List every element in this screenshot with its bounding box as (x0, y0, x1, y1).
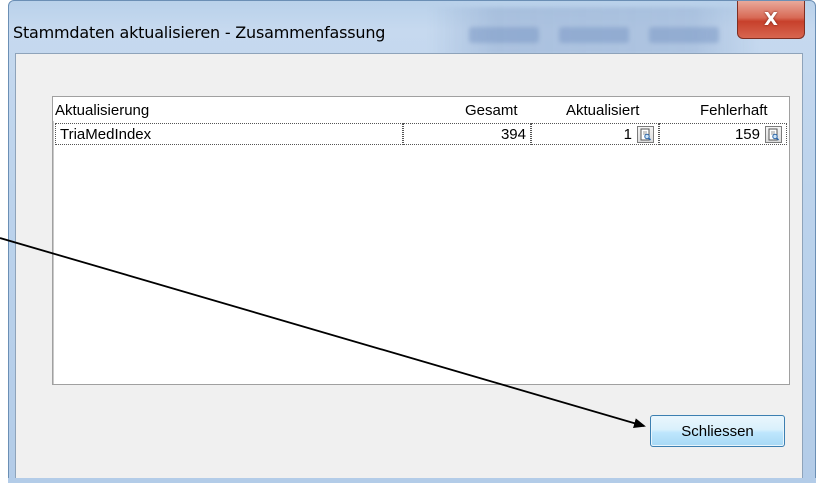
annotation-arrow (0, 237, 646, 428)
